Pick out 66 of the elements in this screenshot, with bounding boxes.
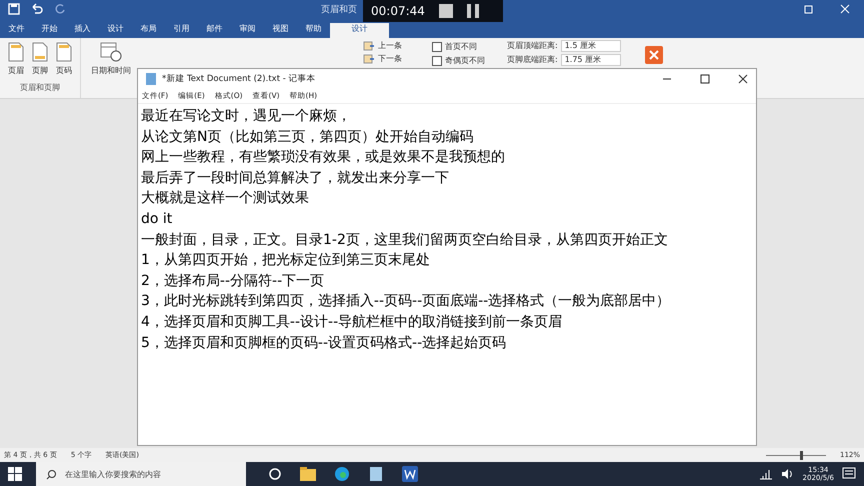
text-line: 1，从第四页开始，把光标定位到第三页末尾处 xyxy=(141,251,431,270)
text-line: 大概就是这样一个测试效果 xyxy=(141,189,310,208)
text-line: 一般封面，目录，正文。目录1-2页，这里我们留两页空白给目录，从第四页开始正文 xyxy=(141,230,669,250)
folder-icon[interactable] xyxy=(300,467,316,481)
ribbon-tab[interactable]: 邮件 xyxy=(198,23,231,38)
undo-icon[interactable] xyxy=(30,3,44,15)
ribbon-tab[interactable]: 帮助 xyxy=(297,23,330,38)
close-icon[interactable] xyxy=(738,74,748,84)
context-tab-title: 页眉和页 xyxy=(321,4,357,16)
notification-icon[interactable] xyxy=(842,467,856,481)
text-line: 网上一些教程，有些繁琐没有效果，或是效果不是我预想的 xyxy=(141,148,506,168)
ribbon-tab[interactable]: 文件 xyxy=(0,23,33,38)
search-icon xyxy=(46,468,57,480)
network-icon xyxy=(758,468,773,480)
recording-timer: 00:07:44 xyxy=(371,4,425,18)
pause-icon[interactable] xyxy=(466,4,479,18)
restore-icon[interactable] xyxy=(804,4,814,14)
ribbon-button[interactable]: 页码 xyxy=(54,40,74,78)
checkbox[interactable] xyxy=(432,42,442,52)
text-line: 5，选择页眉和页脚框的页码--设置页码格式--选择起始页码 xyxy=(141,334,508,353)
ribbon-tab[interactable]: 视图 xyxy=(264,23,297,38)
text-line: 从论文第N页（比如第三页，第四页）处开始自动编码 xyxy=(141,128,474,147)
page-icon xyxy=(56,42,72,62)
close-icon xyxy=(644,46,663,64)
save-icon[interactable] xyxy=(8,3,20,15)
word-icon[interactable] xyxy=(402,466,418,482)
redo-icon[interactable] xyxy=(54,3,66,15)
task-view-icon[interactable] xyxy=(268,467,282,481)
nav-button[interactable]: 上一条 xyxy=(363,40,402,51)
ribbon-button[interactable]: 页眉 xyxy=(6,40,26,78)
taskbar-search-field[interactable]: 在这里输入你要搜索的内容 xyxy=(36,462,246,486)
ribbon-tab[interactable]: 审阅 xyxy=(231,23,264,38)
text-line: 2，选择布局--分隔符--下一页 xyxy=(141,272,326,291)
ribbon-tab[interactable]: 引用 xyxy=(165,23,198,38)
text-line: 最后弄了一段时间总算解决了，就发出来分享一下 xyxy=(141,168,450,188)
text-line: 4，选择页眉和页脚工具--设计--导航栏框中的取消链接到前一条页眉 xyxy=(141,312,564,332)
ribbon-tab[interactable]: 设计 xyxy=(99,23,132,38)
checkbox[interactable] xyxy=(432,56,442,66)
window-title: *新建 Text Document (2).txt - 记事本 xyxy=(162,73,316,85)
ribbon-tab[interactable]: 开始 xyxy=(33,23,66,38)
nav-button[interactable]: 下一条 xyxy=(363,53,402,64)
ribbon-button[interactable]: 页脚 xyxy=(30,40,50,78)
maximize-icon[interactable] xyxy=(700,74,710,84)
spin-field[interactable]: 1.5 厘米 xyxy=(560,40,621,52)
text-line: 最近在写论文时，遇见一个麻烦， xyxy=(141,107,352,126)
page-icon xyxy=(32,42,48,62)
volume-icon xyxy=(780,468,795,480)
ribbon-tab[interactable]: 布局 xyxy=(132,23,165,38)
position-label: 页脚底端距离: xyxy=(507,55,558,65)
page-icon xyxy=(8,42,24,62)
position-label: 页眉顶端距离: xyxy=(507,41,558,51)
windows-start-icon[interactable] xyxy=(8,467,22,481)
text-line: 3，此时光标跳转到第四页，选择插入--页码--页面底端--选择格式（一般为底部居中） xyxy=(141,292,672,312)
ribbon-tab[interactable]: 设计 xyxy=(330,23,389,38)
checkbox-label: 首页不同 xyxy=(445,41,477,52)
spin-field[interactable]: 1.75 厘米 xyxy=(560,54,621,66)
date-time-button[interactable]: 日期和时间 xyxy=(89,40,133,78)
notepad-icon xyxy=(146,73,156,85)
checkbox-label: 奇偶页不同 xyxy=(445,55,485,66)
notepad-icon[interactable] xyxy=(368,466,384,482)
group-label: 页眉和页脚 xyxy=(20,82,60,94)
text-line: do it xyxy=(141,210,174,229)
stop-icon[interactable] xyxy=(438,4,453,18)
ribbon-tab[interactable]: 插入 xyxy=(66,23,99,38)
browser-icon[interactable] xyxy=(334,466,350,482)
calendar-clock-icon xyxy=(100,42,122,62)
